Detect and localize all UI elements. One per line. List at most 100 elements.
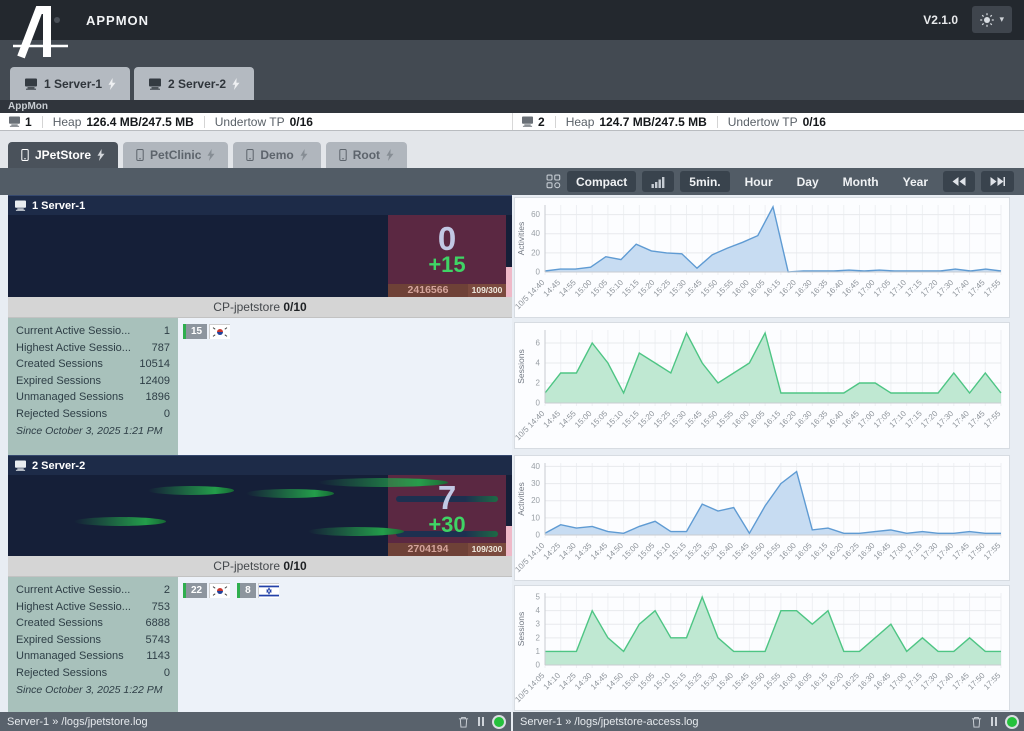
svg-text:5: 5: [536, 593, 541, 602]
compact-button[interactable]: Compact: [566, 171, 637, 192]
client-count-badge: 22: [183, 583, 208, 598]
svg-text:Activities: Activities: [516, 222, 526, 256]
tab-demo[interactable]: Demo: [233, 142, 321, 168]
log-status-indicator[interactable]: [494, 716, 504, 727]
south-korea-flag-icon: [209, 583, 231, 598]
server-2-connection-pool-bar: CP-jpetstore 0/10: [8, 556, 512, 577]
svg-text:0: 0: [536, 399, 541, 408]
client-count-badge: 15: [183, 324, 208, 339]
chart-svg: 10/5 14:1014:2514:3014:3514:4514:5015:00…: [513, 462, 1003, 574]
bolt-icon: [386, 149, 394, 161]
trash-icon[interactable]: [971, 716, 982, 728]
bolt-icon: [108, 77, 116, 90]
tab-label: PetClinic: [150, 148, 202, 162]
sun-icon: [980, 12, 995, 27]
total-request-count: 2416566: [388, 284, 468, 297]
table-row: Rejected Sessions 0: [16, 666, 170, 679]
table-row: Created Sessions 10514: [16, 358, 170, 370]
bar-chart-icon: [651, 176, 665, 188]
sessions-chart-server-2: 10/5 14:05 14:10 14:25 14:30 14:45 14:50 15:00…: [513, 585, 1010, 711]
client-count-badge: 8: [237, 583, 256, 598]
server-tabs-bar: 1 Server-1 2 Server-2: [0, 40, 1024, 100]
server-tab-2[interactable]: 2 Server-2: [134, 67, 255, 100]
fast-backward-button[interactable]: [943, 171, 975, 192]
session-stats-table: Current Active Sessio... 1 Highest Active…: [8, 318, 178, 455]
table-row: Created Sessions 6888: [16, 617, 170, 629]
total-request-count: 2704194: [388, 543, 468, 556]
table-row: Current Active Sessio... 1: [16, 325, 170, 337]
svg-text:0: 0: [536, 531, 541, 540]
chart-svg: 10/5 14:4014:4514:5515:0015:0515:1015:15…: [513, 330, 1003, 442]
table-row: Highest Active Sessio... 787: [16, 341, 170, 354]
laptop-icon: [522, 116, 533, 127]
svg-text:17:55: 17:55: [982, 541, 1003, 562]
tp-label: Undertow TP: [727, 114, 798, 129]
activities-chart-server-2: 10/5 14:10 14:25 14:30 14:35 14:45 14:50 15:00…: [513, 455, 1010, 581]
server-panel-title: 2 Server-2: [32, 459, 86, 472]
range-year-button[interactable]: Year: [894, 171, 937, 192]
heap-label: Heap: [52, 114, 82, 129]
range-day-button[interactable]: Day: [788, 171, 828, 192]
svg-text:60: 60: [531, 210, 540, 219]
server-1-connection-pool-bar: CP-jpetstore 0/10: [8, 297, 512, 318]
svg-text:Sessions: Sessions: [516, 612, 526, 647]
fast-forward-end-button[interactable]: [981, 171, 1014, 192]
svg-text:2: 2: [536, 379, 541, 388]
svg-text:10: 10: [531, 513, 540, 522]
server-tab-label: 1 Server-1: [44, 76, 103, 91]
log-bar-jpetstore-access[interactable]: Server-1 » /logs/jpetstore-access.log: [513, 712, 1024, 731]
server-tab-1[interactable]: 1 Server-1: [10, 67, 131, 100]
svg-text:20: 20: [531, 496, 540, 505]
laptop-icon: [9, 116, 20, 127]
log-status-indicator[interactable]: [1007, 716, 1017, 727]
range-hour-button[interactable]: Hour: [736, 171, 782, 192]
svg-text:10/5 14:05: 10/5 14:05: [515, 671, 547, 704]
chart-svg: 10/5 14:4014:4514:5515:0015:0515:1015:15…: [513, 204, 1003, 311]
divider: [554, 115, 556, 128]
server-2-status: 2 Heap 124.7 MB/247.5 MB Undertow TP 0/1…: [512, 113, 1024, 130]
pause-icon[interactable]: [991, 717, 997, 726]
client-badge-group: 22: [183, 583, 231, 598]
capacity-ratio: 109/300: [468, 284, 506, 297]
log-bar-jpetstore[interactable]: Server-1 » /logs/jpetstore.log: [0, 712, 511, 731]
pause-icon[interactable]: [478, 717, 484, 726]
south-korea-flag-icon: [209, 324, 231, 339]
svg-text:40: 40: [531, 462, 540, 471]
svg-text:4: 4: [536, 359, 541, 368]
stats-since-timestamp: Since October 3, 2025 1:22 PM: [16, 684, 163, 696]
mobile-icon: [246, 149, 255, 161]
server-1-panel-header[interactable]: 1 Server-1: [8, 195, 512, 215]
request-delta: +30: [428, 511, 466, 537]
israel-flag-icon: [257, 583, 279, 598]
chart-toolbar: Compact 5min. Hour Day Month Year: [0, 168, 1024, 195]
bar-chart-icon-button[interactable]: [642, 171, 675, 192]
server-2-panel-header[interactable]: 2 Server-2: [8, 455, 512, 475]
gauge-sliver: [506, 526, 512, 556]
mobile-icon: [339, 149, 347, 161]
cp-value: 0/10: [283, 559, 307, 573]
layout-grid-icon[interactable]: [546, 174, 561, 189]
fast-forward-end-icon: [990, 177, 1005, 186]
tab-petclinic[interactable]: PetClinic: [123, 142, 229, 168]
bolt-icon: [207, 149, 215, 161]
svg-text:3: 3: [536, 620, 541, 629]
theme-toggle-button[interactable]: ▾: [972, 6, 1012, 33]
table-row: Unmanaged Sessions 1143: [16, 650, 170, 662]
tp-label: Undertow TP: [214, 114, 285, 129]
laptop-icon: [15, 460, 26, 471]
range-5min-button[interactable]: 5min.: [680, 171, 730, 192]
fast-backward-icon: [952, 177, 966, 186]
tab-root[interactable]: Root: [325, 142, 408, 168]
request-counter-strip: 2704194 109/300: [388, 543, 506, 556]
trash-icon[interactable]: [458, 716, 469, 728]
mobile-icon: [21, 149, 29, 161]
tab-jpetstore[interactable]: JPetStore: [8, 142, 119, 168]
bolt-icon: [300, 149, 308, 161]
svg-text:4: 4: [536, 606, 541, 615]
tab-label: JPetStore: [35, 148, 92, 162]
gauge-sliver: [506, 267, 512, 297]
activities-chart-server-1: 10/5 14:40 14:45 14:55 15:00 15:05 15:10 15:15…: [513, 197, 1010, 318]
range-month-button[interactable]: Month: [834, 171, 888, 192]
server-panels-column: 1 Server-1 0 +15 2416566 109/300 CP-jpet…: [8, 195, 512, 712]
svg-text:20: 20: [531, 248, 540, 257]
